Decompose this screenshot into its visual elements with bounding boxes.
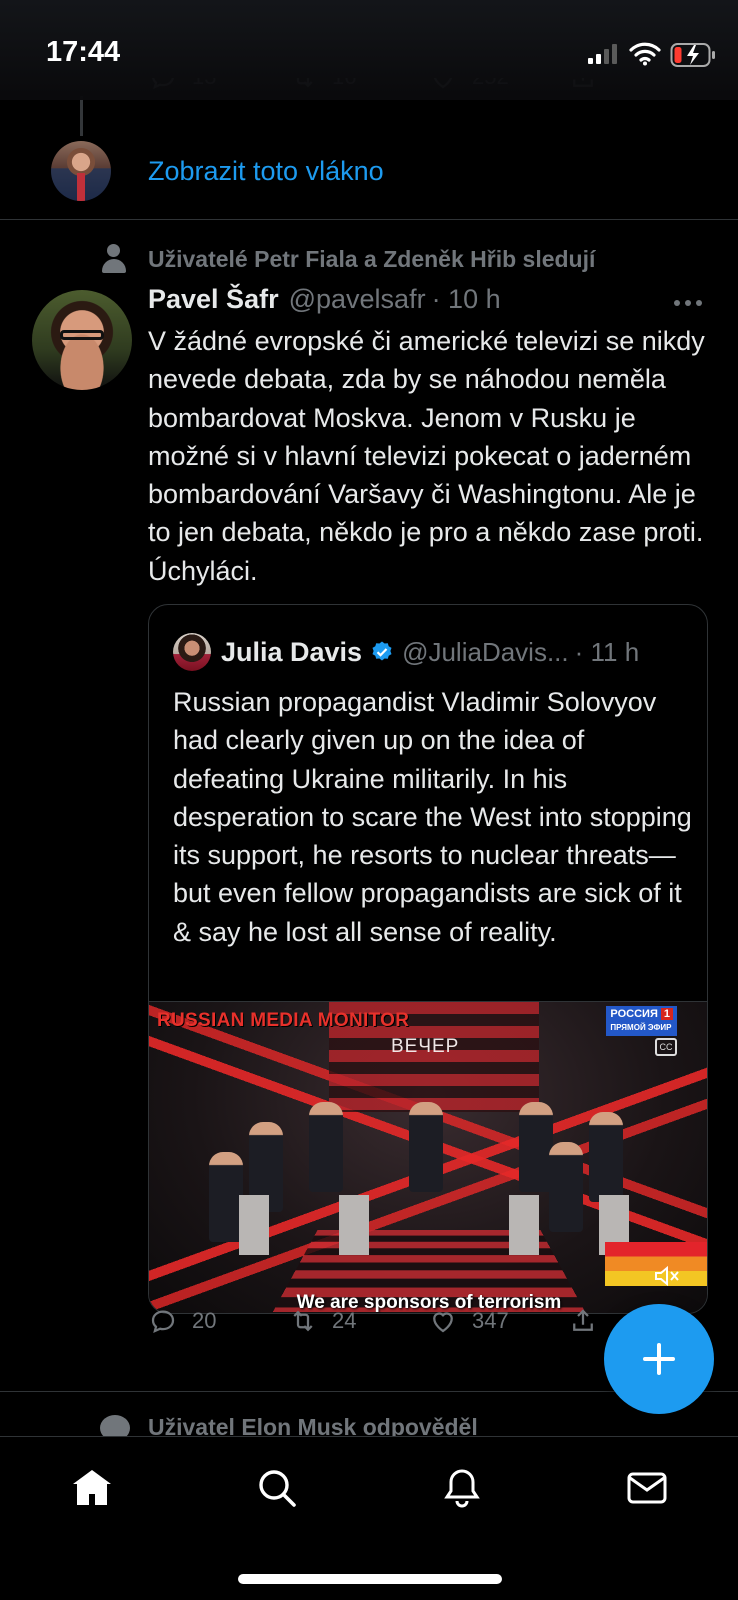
reply-count: 20 [192,1308,217,1333]
mute-icon[interactable] [653,1264,681,1288]
compose-plus-icon [643,1343,675,1375]
like-button[interactable]: 347 [428,1306,509,1336]
divider [0,219,738,220]
author-name[interactable]: Pavel Šafr [148,284,279,315]
tab-messages[interactable] [622,1463,672,1513]
tab-notifications[interactable] [437,1463,487,1513]
show-name: ВЕЧЕР [391,1036,460,1057]
home-icon [73,1470,111,1505]
tab-home[interactable] [67,1463,117,1513]
reply-icon [151,1310,175,1333]
quote-time: · 11 h [574,636,640,667]
cc-icon: CC [655,1038,677,1056]
like-count: 347 [472,1308,509,1333]
tweet-text: V žádné evropské či americké televizi se… [148,326,713,586]
author-handle[interactable]: @pavelsafr [289,284,426,315]
battery-icon [670,43,715,67]
retweet-icon [293,1310,313,1332]
quote-text: Russian propagandist Vladimir Solovyov h… [173,687,692,947]
social-context-text: Uživatelé Petr Fiala a Zdeněk Hřib sledu… [148,245,596,272]
quote-header: Julia Davis @JuliaDavis... · 11 h [173,633,639,671]
avatar[interactable] [32,290,132,390]
tab-search[interactable] [252,1463,302,1513]
reply-button[interactable]: 20 [148,1306,216,1336]
status-time: 17:44 [46,36,121,68]
like-icon [433,1312,453,1333]
thread-line [80,96,83,136]
retweet-count: 24 [332,1308,357,1333]
compose-button[interactable] [604,1304,714,1414]
bell-icon [444,1469,480,1508]
tweet-time: · 10 h [431,284,501,314]
quote-author-handle: @JuliaDavis... [402,636,569,667]
status-bar: 17:44 [0,0,738,100]
wifi-icon [629,42,661,66]
search-icon [259,1470,296,1507]
quote-author-name: Julia Davis [221,636,363,667]
avatar [173,633,211,671]
video-thumbnail[interactable]: RUSSIAN MEDIA MONITOR ВЕЧЕР РОССИЯ 1 ПРЯМ… [149,1001,707,1313]
channel-logo: РОССИЯ 1 ПРЯМОЙ ЭФИР [606,1006,677,1036]
tweet-actions: 20 24 347 [148,1306,608,1346]
media-overlay-title: RUSSIAN MEDIA MONITOR [157,1010,410,1031]
retweet-button[interactable]: 24 [288,1306,356,1336]
social-context[interactable]: Uživatelé Petr Fiala a Zdeněk Hřib sledu… [100,244,595,274]
avatar[interactable] [51,141,111,201]
verified-icon [372,641,392,661]
quoted-tweet[interactable]: Julia Davis @JuliaDavis... · 11 h Russia… [148,604,708,1314]
more-icon[interactable] [674,300,702,306]
share-icon [573,1309,593,1331]
show-thread-row[interactable]: Zobrazit toto vlákno [0,138,738,220]
person-icon [100,244,128,274]
tweet-header: Pavel Šafr @pavelsafr · 10 h [148,284,501,315]
home-indicator[interactable] [238,1574,502,1584]
share-button[interactable] [568,1306,612,1336]
signal-icon [588,44,617,64]
show-thread-link[interactable]: Zobrazit toto vlákno [148,156,384,187]
mail-icon [627,1472,667,1504]
